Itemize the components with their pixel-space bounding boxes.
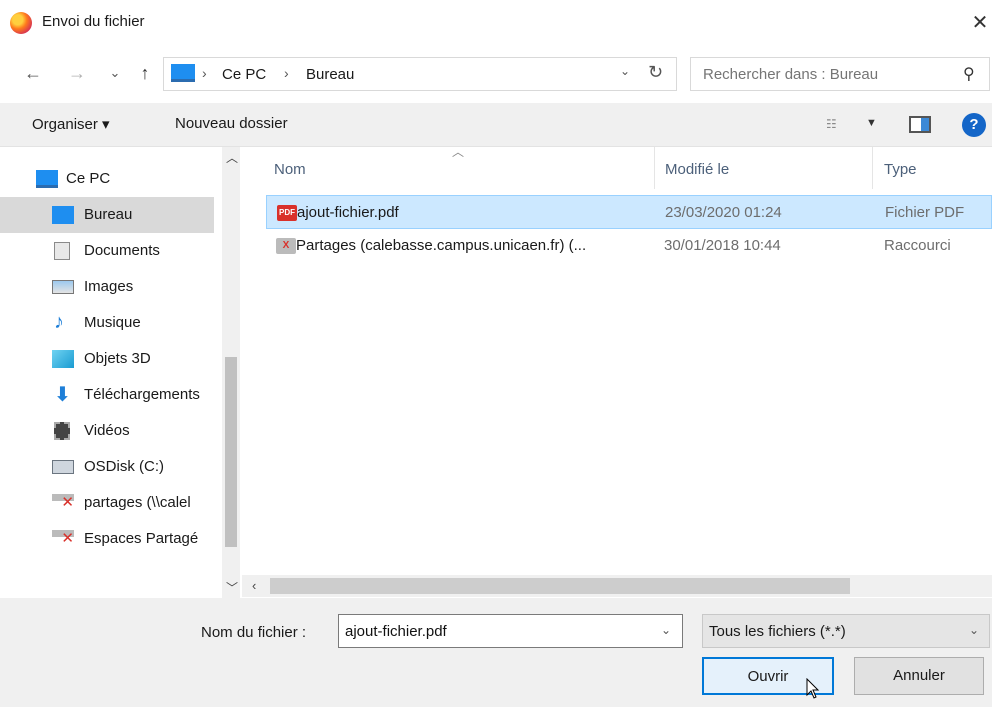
documents-icon	[54, 242, 70, 260]
view-options-icon[interactable]: ☷	[826, 115, 846, 133]
disk-icon	[52, 460, 74, 474]
file-name: Partages (calebasse.campus.unicaen.fr) (…	[296, 237, 587, 254]
file-list: Nom ︿ Modifié le Type PDF ajout-fichier.…	[262, 145, 992, 598]
title-bar: Envoi du fichier ✕	[0, 0, 992, 48]
filename-input[interactable]	[345, 621, 645, 641]
sidebar-item-label: partages (\\calel	[84, 494, 191, 511]
scroll-down-icon[interactable]: ﹀	[226, 579, 238, 596]
up-arrow-icon[interactable]: ↑	[134, 62, 156, 84]
sidebar-item-bureau[interactable]: Bureau	[0, 197, 214, 233]
sidebar-item-osdisk[interactable]: OSDisk (C:)	[0, 449, 214, 485]
pdf-icon: PDF	[277, 205, 297, 221]
forward-arrow-icon[interactable]: →	[66, 62, 88, 84]
chevron-down-icon[interactable]: ⌄	[661, 623, 671, 637]
recent-locations-chevron-icon[interactable]: ⌄	[104, 62, 126, 84]
sidebar-item-images[interactable]: Images	[0, 269, 214, 305]
music-icon: ♪	[54, 311, 64, 333]
breadcrumb-separator-icon: ›	[284, 65, 289, 81]
sidebar-item-telechargements[interactable]: ⬇ Téléchargements	[0, 377, 214, 413]
download-arrow-icon: ⬇	[54, 384, 71, 406]
sidebar-item-label: Espaces Partagé	[84, 530, 199, 547]
view-dropdown-icon[interactable]: ▼	[866, 117, 877, 129]
sidebar-item-label: Images	[84, 278, 134, 295]
breadcrumb-ce-pc[interactable]: Ce PC	[222, 66, 266, 83]
navigation-bar: ← → ⌄ ↑ › Ce PC › Bureau ⌄ ↻ ⚲	[0, 56, 992, 94]
file-type: Raccourci	[884, 237, 951, 254]
sidebar-item-label: Téléchargements	[84, 386, 200, 403]
mouse-cursor-icon	[806, 678, 820, 699]
search-box[interactable]: ⚲	[690, 57, 990, 91]
column-header-type[interactable]: Type	[884, 161, 917, 178]
sort-ascending-icon: ︿	[452, 145, 465, 159]
videos-icon	[54, 422, 70, 440]
file-row[interactable]: PDF ajout-fichier.pdf 23/03/2020 01:24 F…	[266, 195, 992, 229]
firefox-logo-icon	[10, 12, 32, 34]
desktop-icon	[52, 206, 74, 224]
navigation-pane: Ce PC Bureau Documents Images ♪ Musique …	[0, 147, 240, 598]
close-button[interactable]: ✕	[968, 8, 992, 38]
address-bar[interactable]: › Ce PC › Bureau ⌄ ↻	[163, 57, 677, 91]
file-name: ajout-fichier.pdf	[297, 204, 399, 221]
file-modified: 23/03/2020 01:24	[665, 204, 782, 221]
preview-pane-icon[interactable]	[909, 116, 931, 133]
scroll-left-icon[interactable]: ‹	[252, 578, 256, 593]
command-toolbar: Organiser ▾ Nouveau dossier ☷ ▼ ?	[0, 103, 992, 147]
organise-menu-button[interactable]: Organiser ▾	[32, 115, 110, 133]
chevron-down-icon[interactable]: ⌄	[969, 623, 979, 637]
dialog-footer: Nom du fichier : ⌄ Tous les fichiers (*.…	[0, 598, 992, 707]
network-drive-icon: ✕	[52, 530, 74, 548]
cancel-button[interactable]: Annuler	[854, 657, 984, 695]
column-divider[interactable]	[872, 147, 873, 189]
column-header-modified[interactable]: Modifié le	[665, 161, 729, 178]
file-row[interactable]: X Partages (calebasse.campus.unicaen.fr)…	[266, 229, 992, 263]
scroll-up-icon[interactable]: ︿	[226, 149, 238, 166]
sidebar-scrollbar[interactable]: ︿ ﹀	[222, 147, 240, 598]
search-icon[interactable]: ⚲	[963, 64, 975, 84]
network-shortcut-icon: X	[276, 238, 296, 254]
column-divider[interactable]	[654, 147, 655, 189]
images-icon	[52, 280, 74, 294]
sidebar-item-musique[interactable]: ♪ Musique	[0, 305, 214, 341]
filename-combobox[interactable]: ⌄	[338, 614, 683, 648]
window-title: Envoi du fichier	[42, 13, 145, 30]
help-icon[interactable]: ?	[962, 113, 986, 137]
horizontal-scroll-thumb[interactable]	[270, 578, 850, 594]
sidebar-item-label: Ce PC	[66, 170, 111, 187]
sidebar-item-label: Objets 3D	[84, 350, 151, 367]
pc-icon	[36, 170, 58, 188]
search-input[interactable]	[703, 64, 943, 84]
sidebar-item-objets-3d[interactable]: Objets 3D	[0, 341, 214, 377]
chevron-down-icon[interactable]: ⌄	[620, 64, 630, 78]
sidebar-scroll-thumb[interactable]	[225, 357, 237, 547]
network-drive-icon: ✕	[52, 494, 74, 512]
sidebar-item-label: Documents	[84, 242, 160, 259]
sidebar-item-ce-pc[interactable]: Ce PC	[0, 161, 214, 197]
filename-label: Nom du fichier :	[201, 624, 307, 641]
3d-objects-icon	[52, 350, 74, 368]
file-type: Fichier PDF	[885, 204, 965, 221]
back-arrow-icon[interactable]: ←	[22, 62, 44, 84]
sidebar-item-documents[interactable]: Documents	[0, 233, 214, 269]
horizontal-scrollbar[interactable]: ‹	[242, 575, 992, 597]
column-header-name[interactable]: Nom	[274, 161, 306, 178]
sidebar-item-label: Bureau	[84, 206, 133, 223]
file-modified: 30/01/2018 10:44	[664, 237, 781, 254]
file-type-filter-value: Tous les fichiers (*.*)	[709, 623, 846, 640]
file-type-filter[interactable]: Tous les fichiers (*.*) ⌄	[702, 614, 990, 648]
breadcrumb-separator-icon: ›	[202, 65, 207, 81]
sidebar-item-videos[interactable]: Vidéos	[0, 413, 214, 449]
sidebar-item-partages[interactable]: ✕ partages (\\calel	[0, 485, 214, 521]
sidebar-item-label: Vidéos	[84, 422, 130, 439]
new-folder-button[interactable]: Nouveau dossier	[175, 115, 288, 132]
breadcrumb-bureau[interactable]: Bureau	[306, 66, 354, 83]
computer-icon	[171, 64, 195, 82]
sidebar-item-label: OSDisk (C:)	[84, 458, 164, 475]
refresh-icon[interactable]: ↻	[648, 62, 663, 83]
sidebar-item-label: Musique	[84, 314, 141, 331]
sidebar-item-espaces-partages[interactable]: ✕ Espaces Partagé	[0, 521, 214, 557]
